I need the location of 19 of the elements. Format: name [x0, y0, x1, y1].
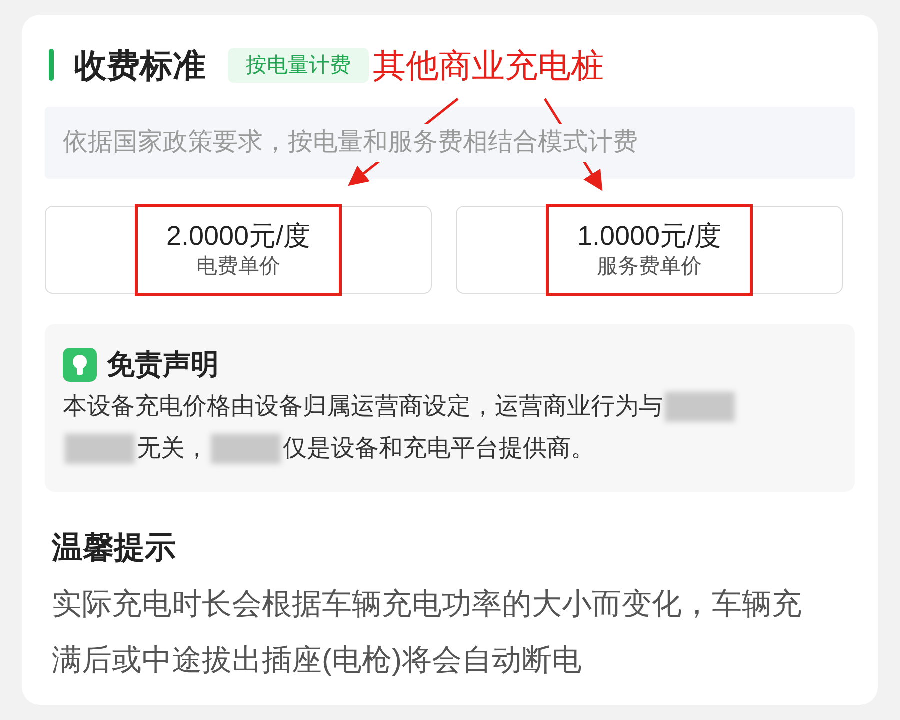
- price-label: 电费单价: [196, 254, 280, 280]
- price-value: 2.0000元/度: [166, 220, 311, 253]
- disclaimer-text: 本设备充电价格由设备归属运营商设定，运营商业行为与: [63, 392, 663, 422]
- section-title: 收费标准: [74, 48, 206, 82]
- accent-bar: [49, 49, 54, 81]
- note-text: 依据国家政策要求，按电量和服务费相结合模式计费: [63, 124, 638, 162]
- disclaimer-text: 无关，: [137, 434, 209, 464]
- disclaimer-text: 仅是设备和充电平台提供商。: [283, 434, 595, 464]
- blurred-patch: [65, 434, 135, 464]
- billing-badge: 按电量计费: [228, 48, 369, 82]
- blurred-patch: [211, 434, 281, 464]
- blurred-patch: [665, 392, 735, 422]
- price-value: 1.0000元/度: [577, 220, 722, 253]
- lightbulb-icon: [63, 348, 97, 382]
- annotation-text: 其他商业充电桩: [373, 48, 604, 82]
- disclaimer-title: 免责声明: [107, 351, 219, 379]
- price-label: 服务费单价: [597, 254, 702, 280]
- tips-text: 实际充电时长会根据车辆充电功率的大小而变化，车辆充满后或中途拔出插座(电枪)将会自动断电: [52, 587, 803, 679]
- tips-title: 温馨提示: [52, 532, 177, 563]
